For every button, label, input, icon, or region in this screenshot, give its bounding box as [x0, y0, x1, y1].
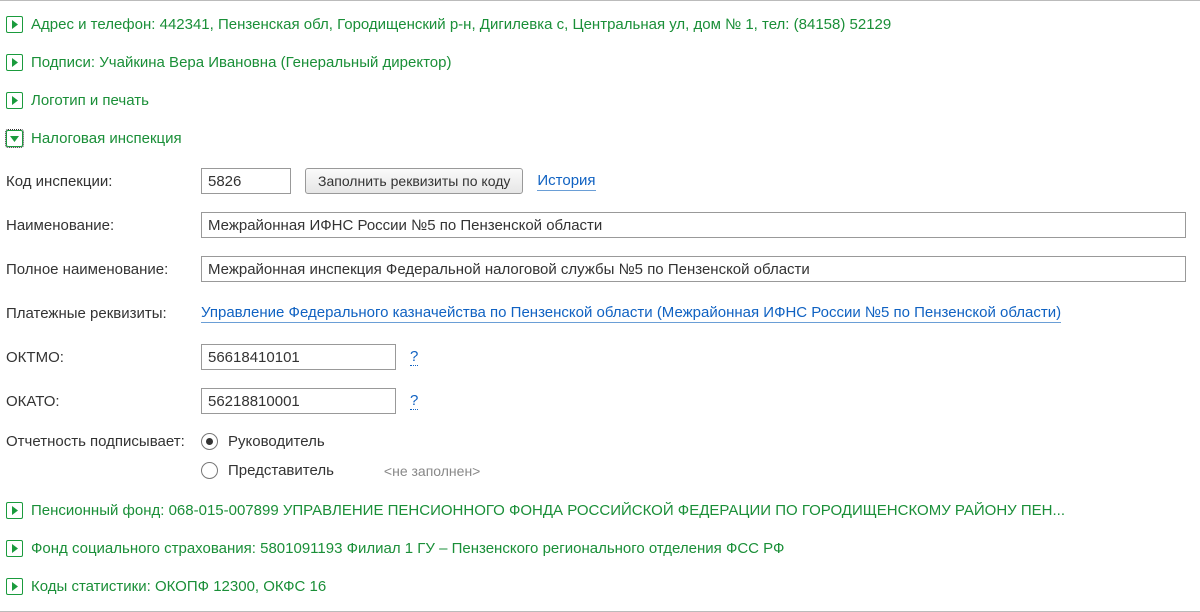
expand-icon[interactable]: [6, 92, 23, 109]
section-row-fss: Фонд социального страхования: 5801091193…: [6, 529, 1194, 567]
section-row-stats: Коды статистики: ОКОПФ 12300, ОКФС 16: [6, 567, 1194, 605]
expand-icon[interactable]: [6, 540, 23, 557]
section-row-pension: Пенсионный фонд: 068-015-007899 УПРАВЛЕН…: [6, 491, 1194, 529]
rep-empty-hint: <не заполнен>: [384, 463, 480, 479]
section-link-address[interactable]: Адрес и телефон: 442341, Пензенская обл,…: [31, 16, 1194, 33]
section-link-tax[interactable]: Налоговая инспекция: [31, 130, 1194, 147]
inspection-code-input[interactable]: [201, 168, 291, 194]
section-link-fss[interactable]: Фонд социального страхования: 5801091193…: [31, 540, 1194, 557]
section-row-logo: Логотип и печать: [6, 81, 1194, 119]
help-icon[interactable]: ?: [410, 348, 418, 366]
section-row-address: Адрес и телефон: 442341, Пензенская обл,…: [6, 5, 1194, 43]
expand-icon[interactable]: [6, 16, 23, 33]
label-signer: Отчетность подписывает:: [6, 431, 201, 451]
section-link-logo[interactable]: Логотип и печать: [31, 92, 1194, 109]
radio-label-head: Руководитель: [228, 433, 325, 450]
label-name: Наименование:: [6, 215, 201, 235]
payment-details-link[interactable]: Управление Федерального казначейства по …: [201, 303, 1061, 324]
label-code: Код инспекции:: [6, 171, 201, 191]
label-pay-details: Платежные реквизиты:: [6, 303, 201, 323]
expand-icon[interactable]: [6, 502, 23, 519]
label-oktmo: ОКТМО:: [6, 347, 201, 367]
inspection-name-input[interactable]: [201, 212, 1186, 238]
section-link-stats[interactable]: Коды статистики: ОКОПФ 12300, ОКФС 16: [31, 578, 1194, 595]
help-icon[interactable]: ?: [410, 392, 418, 410]
section-link-pension[interactable]: Пенсионный фонд: 068-015-007899 УПРАВЛЕН…: [31, 502, 1194, 519]
okato-input[interactable]: [201, 388, 396, 414]
oktmo-input[interactable]: [201, 344, 396, 370]
radio-label-rep: Представитель: [228, 462, 334, 479]
history-link[interactable]: История: [537, 171, 595, 192]
expand-icon[interactable]: [6, 578, 23, 595]
expand-icon[interactable]: [6, 54, 23, 71]
radio-signer-head[interactable]: [201, 433, 218, 450]
section-row-tax: Налоговая инспекция: [6, 119, 1194, 157]
section-link-signers[interactable]: Подписи: Учайкина Вера Ивановна (Генерал…: [31, 54, 1194, 71]
tax-form: Код инспекции: Заполнить реквизиты по ко…: [6, 157, 1194, 491]
inspection-full-name-input[interactable]: [201, 256, 1186, 282]
collapse-icon[interactable]: [6, 130, 23, 147]
fill-by-code-button[interactable]: Заполнить реквизиты по коду: [305, 168, 523, 194]
label-okato: ОКАТО:: [6, 391, 201, 411]
label-full-name: Полное наименование:: [6, 259, 201, 279]
radio-signer-rep[interactable]: [201, 462, 218, 479]
section-row-signers: Подписи: Учайкина Вера Ивановна (Генерал…: [6, 43, 1194, 81]
